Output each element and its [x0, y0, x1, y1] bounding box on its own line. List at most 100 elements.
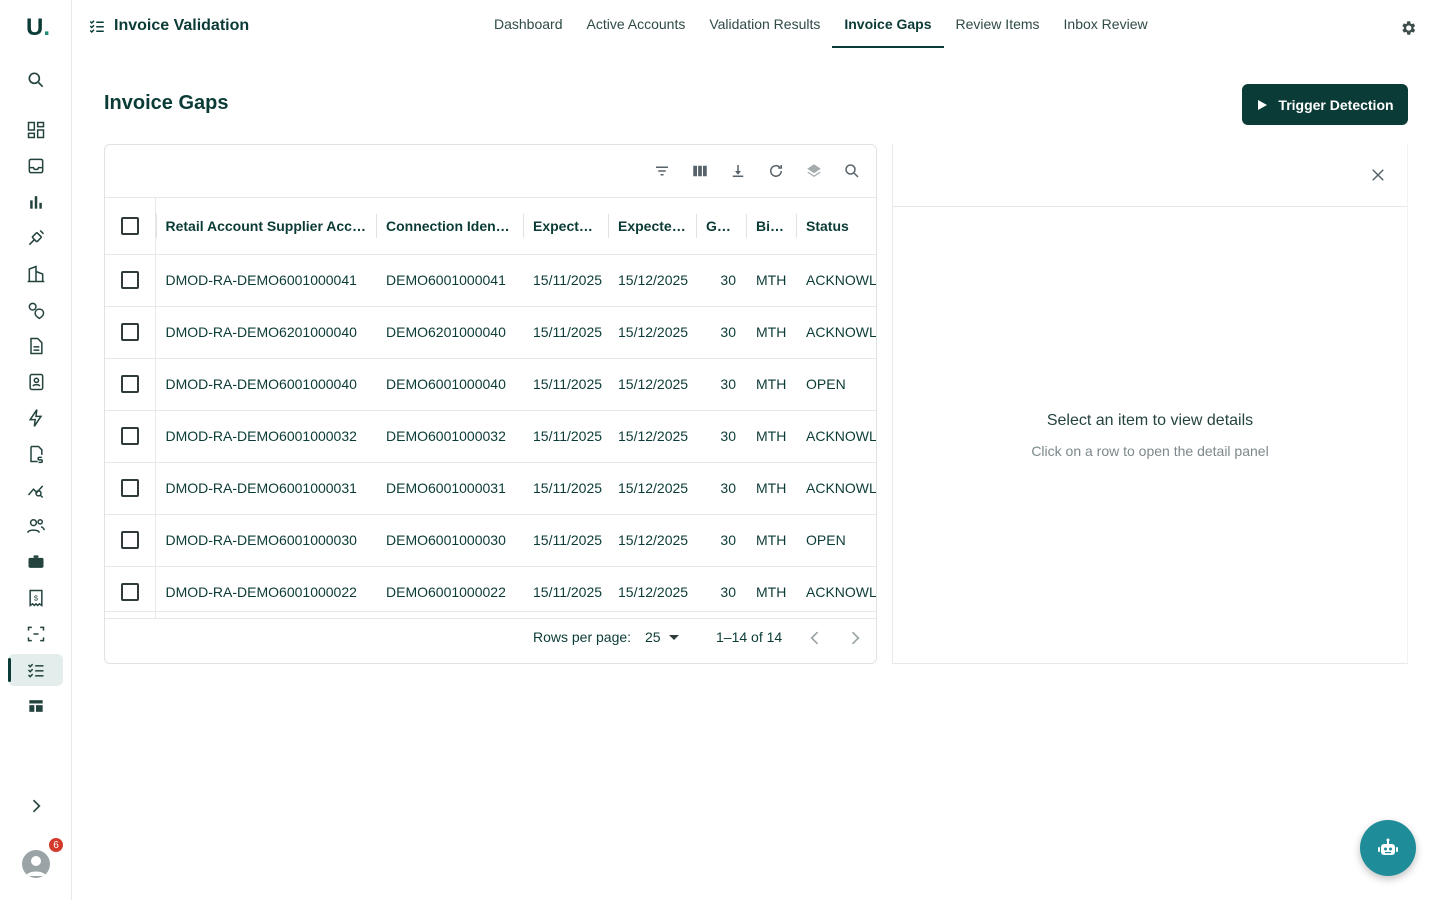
table-row[interactable]: DMOD-RA-DEMO6001000041 DEMO6001000041 15…	[105, 254, 877, 306]
briefcase-icon[interactable]	[24, 550, 48, 574]
table-row[interactable]: DMOD-RA-DEMO6201000040 DEMO6201000040 15…	[105, 306, 877, 358]
table-icon[interactable]	[24, 694, 48, 718]
trend-icon[interactable]	[24, 478, 48, 502]
logo[interactable]: U.	[26, 14, 50, 42]
checklist-icon[interactable]	[8, 654, 63, 686]
column-header-retail-account[interactable]: Retail Account Supplier Accoun...	[155, 198, 376, 255]
search-icon[interactable]	[842, 161, 862, 181]
cell-connection-identifier: DEMO6001000041	[386, 272, 506, 288]
inbox-icon[interactable]	[24, 154, 48, 178]
row-checkbox[interactable]	[105, 514, 156, 566]
tab-active-accounts[interactable]: Active Accounts	[575, 0, 698, 48]
next-page-icon[interactable]	[845, 628, 865, 648]
cell-billing: MTH	[756, 272, 787, 288]
tab-invoice-gaps[interactable]: Invoice Gaps	[832, 0, 944, 48]
sidebar: U. $ 6	[0, 0, 72, 900]
table-pagination: Rows per page: 25 1–14 of 14	[105, 611, 876, 663]
cell-expected-end: 15/12/2025	[618, 324, 689, 340]
column-header-status[interactable]: Status	[796, 198, 876, 255]
cell-status: ACKNOWL	[806, 324, 877, 340]
cell-expected-end: 15/12/2025	[618, 480, 689, 496]
receipt-icon[interactable]: $	[24, 586, 48, 610]
cell-connection-identifier: DEMO6201000040	[386, 324, 506, 340]
building-icon[interactable]	[24, 262, 48, 286]
table-row[interactable]: DMOD-RA-DEMO6001000030 DEMO6001000030 15…	[105, 514, 876, 566]
refresh-icon[interactable]	[766, 161, 786, 181]
tab-dashboard[interactable]: Dashboard	[480, 0, 575, 48]
cell-billing: MTH	[756, 480, 787, 496]
cell-connection-identifier: DEMO6001000032	[386, 428, 506, 444]
chevron-right-icon[interactable]	[26, 796, 46, 816]
bar-chart-icon[interactable]	[24, 190, 48, 214]
row-checkbox[interactable]	[105, 410, 156, 462]
cell-retail-account: DMOD-RA-DEMO6001000040	[165, 376, 357, 392]
layers-icon[interactable]	[804, 161, 824, 181]
column-header-gap[interactable]: Ga...	[696, 198, 746, 255]
scan-icon[interactable]	[24, 622, 48, 646]
cell-retail-account: DMOD-RA-DEMO6001000031	[165, 480, 357, 496]
cell-billing: MTH	[756, 376, 787, 392]
columns-icon[interactable]	[690, 161, 710, 181]
play-icon	[1258, 99, 1268, 110]
rows-per-page-label: Rows per page:	[533, 629, 632, 645]
table-row[interactable]: DMOD-RA-DEMO6001000031 DEMO6001000031 15…	[105, 462, 877, 514]
tab-inbox-review[interactable]: Inbox Review	[1052, 0, 1160, 48]
column-header-expected-end[interactable]: Expected...	[608, 198, 696, 255]
cell-status: ACKNOWL	[806, 272, 877, 288]
cell-gap: 30	[720, 480, 736, 496]
cell-gap: 30	[720, 428, 736, 444]
avatar[interactable]	[22, 850, 50, 878]
detail-empty-subtitle: Click on a row to open the detail panel	[1031, 443, 1269, 459]
detail-empty-title: Select an item to view details	[1046, 412, 1254, 429]
rows-per-page-value: 25	[645, 629, 661, 645]
row-checkbox[interactable]	[105, 358, 156, 410]
cell-expected-start: 15/11/2025	[533, 272, 603, 288]
cell-expected-start: 15/11/2025	[533, 324, 603, 340]
satellite-icon[interactable]	[24, 226, 48, 250]
page-title: Invoice Gaps	[104, 92, 229, 114]
column-header-billing[interactable]: Billi...	[746, 198, 796, 255]
document-icon[interactable]	[24, 334, 48, 358]
location-icon[interactable]	[24, 298, 48, 322]
previous-page-icon[interactable]	[805, 628, 825, 648]
column-header-expected-start[interactable]: Expecte...	[523, 198, 608, 255]
dashboard-icon[interactable]	[24, 118, 48, 142]
gear-icon[interactable]	[1399, 19, 1417, 37]
contacts-icon[interactable]	[24, 370, 48, 394]
cell-expected-end: 15/12/2025	[618, 376, 689, 392]
row-checkbox[interactable]	[105, 306, 156, 358]
assistant-button[interactable]	[1360, 820, 1416, 876]
cell-gap: 30	[720, 532, 736, 548]
bolt-icon[interactable]	[24, 406, 48, 430]
cell-status: OPEN	[806, 532, 846, 548]
cell-gap: 30	[720, 272, 736, 288]
app-title: Invoice Validation	[88, 17, 249, 35]
cell-status: ACKNOWL	[806, 480, 877, 496]
table-row[interactable]: DMOD-RA-DEMO6001000032 DEMO6001000032 15…	[105, 410, 877, 462]
trigger-detection-button[interactable]: Trigger Detection	[1242, 84, 1408, 125]
rows-per-page-select[interactable]: 25	[645, 629, 679, 645]
search-icon[interactable]	[24, 68, 48, 92]
cell-billing: MTH	[756, 532, 787, 548]
robot-icon	[1378, 838, 1398, 855]
cell-expected-end: 15/12/2025	[618, 272, 689, 288]
tab-review-items[interactable]: Review Items	[944, 0, 1052, 48]
select-all-checkbox[interactable]	[105, 198, 156, 255]
svg-text:$: $	[34, 594, 39, 603]
row-checkbox[interactable]	[105, 254, 156, 306]
close-icon[interactable]	[1369, 166, 1387, 184]
column-header-connection-identifier[interactable]: Connection Identifi...	[376, 198, 523, 255]
people-icon[interactable]	[24, 514, 48, 538]
cell-connection-identifier: DEMO6001000040	[386, 376, 506, 392]
cell-expected-start: 15/11/2025	[533, 428, 603, 444]
cell-status: ACKNOWL	[806, 428, 877, 444]
row-checkbox[interactable]	[105, 462, 156, 514]
filter-icon[interactable]	[652, 161, 672, 181]
invoice-icon[interactable]	[24, 442, 48, 466]
table-row[interactable]: DMOD-RA-DEMO6001000040 DEMO6001000040 15…	[105, 358, 876, 410]
cell-retail-account: DMOD-RA-DEMO6001000041	[165, 272, 357, 288]
cell-expected-start: 15/11/2025	[533, 532, 603, 548]
tab-validation-results[interactable]: Validation Results	[697, 0, 832, 48]
download-icon[interactable]	[728, 161, 748, 181]
cell-gap: 30	[720, 376, 736, 392]
